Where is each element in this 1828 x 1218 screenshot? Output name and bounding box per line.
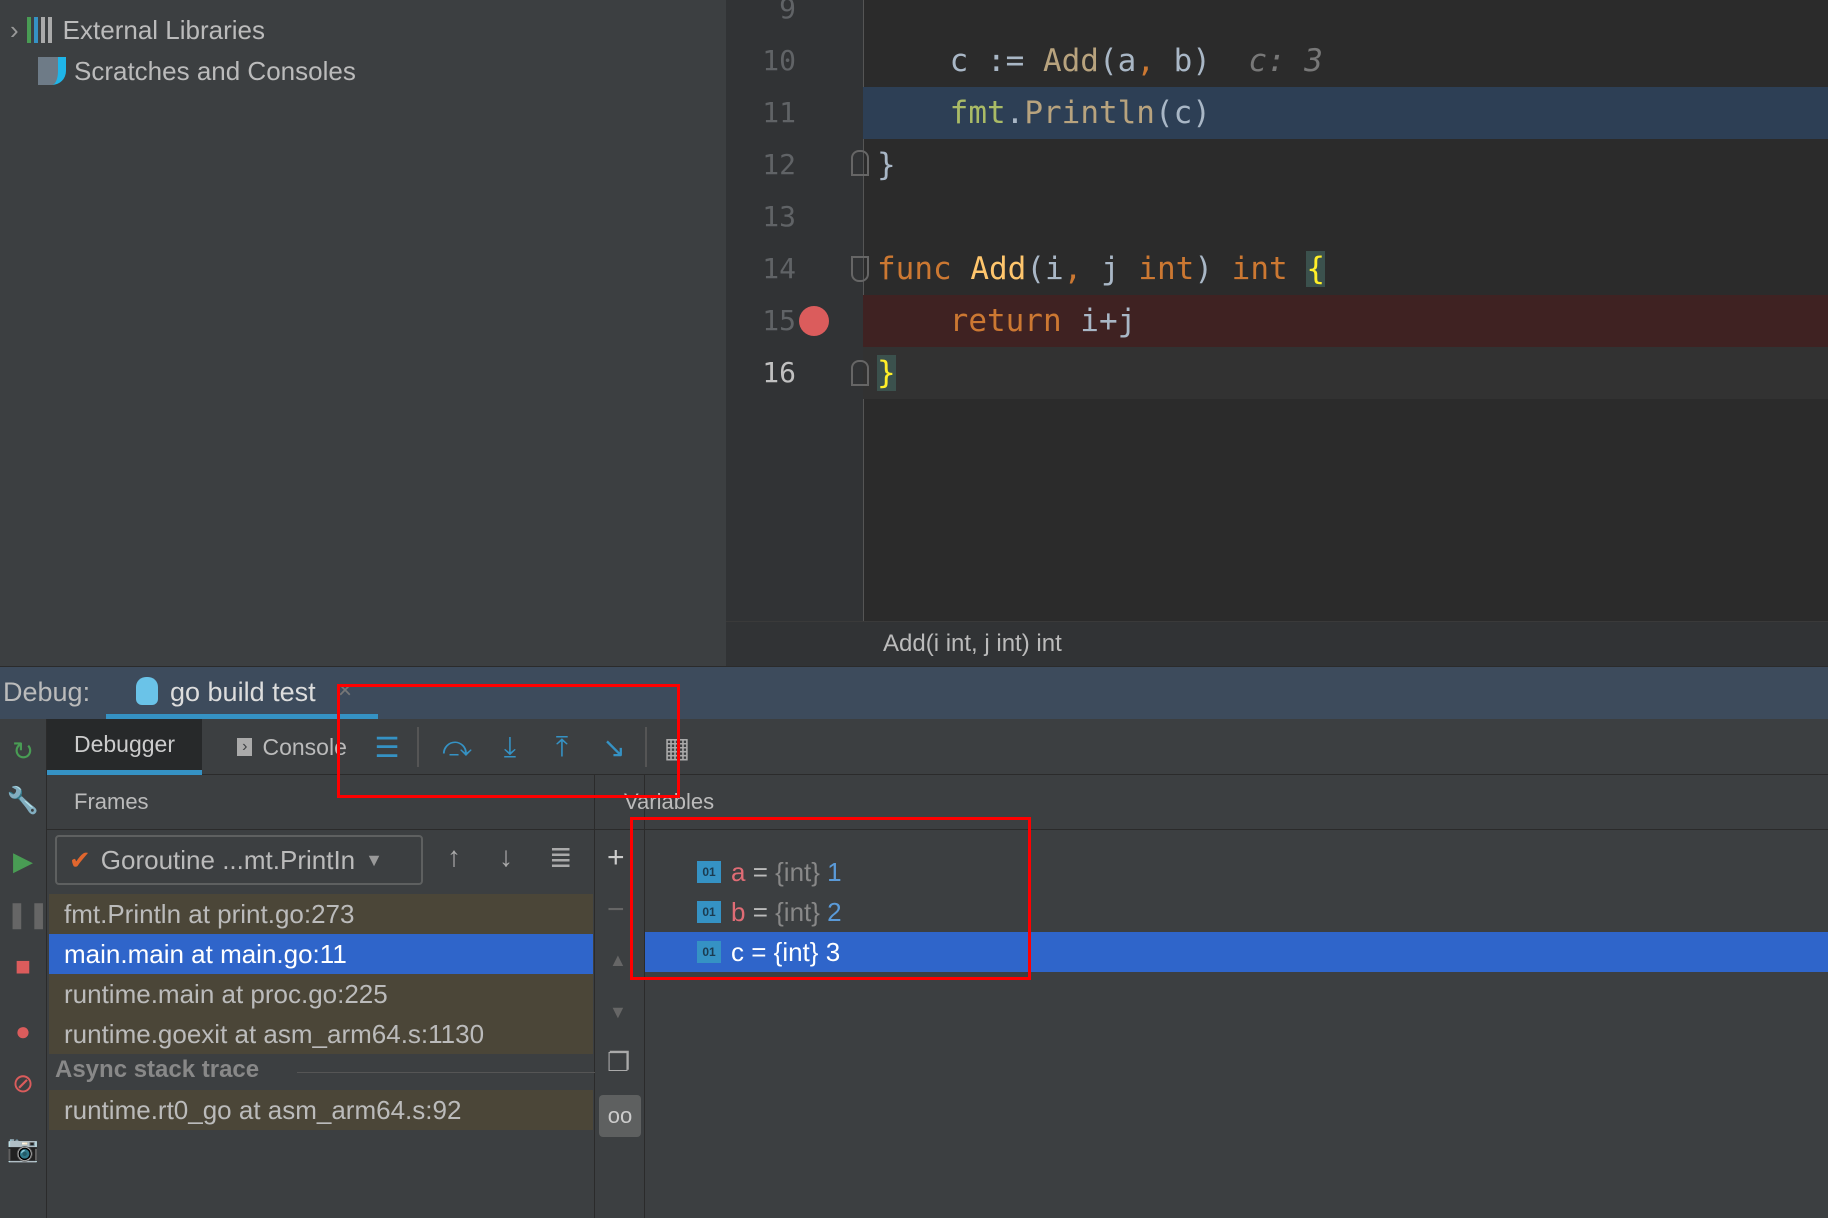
debug-side-toolbar: ↻ 🔧 ▶ ❚❚ ■ ● ⊘ 📷 — [0, 719, 50, 1218]
fold-icon[interactable] — [851, 360, 869, 386]
line-number: 14 — [762, 252, 796, 285]
line-number: 11 — [762, 96, 796, 129]
divider — [417, 727, 419, 767]
arrow-up-icon[interactable]: ↑ — [447, 841, 461, 873]
variable-row[interactable]: 01 b = {int} 2 — [645, 892, 1828, 932]
move-down-icon[interactable]: ▼ — [609, 1002, 627, 1023]
line-number: 12 — [762, 148, 796, 181]
frame-item[interactable]: runtime.rt0_go at asm_arm64.s:92 — [49, 1090, 593, 1130]
frames-header: Frames — [74, 789, 149, 814]
step-over-icon[interactable]: ⤼ — [437, 719, 477, 775]
inline-value-hint: c: 3 — [1248, 43, 1323, 79]
variable-row[interactable]: 01 a = {int} 1 — [645, 852, 1828, 892]
code-line-current: fmt.Println(c) — [863, 87, 1828, 139]
camera-icon[interactable]: 📷 — [6, 1131, 40, 1165]
move-up-icon[interactable]: ▲ — [609, 950, 627, 971]
filter-frames-icon[interactable]: ≣ — [549, 841, 572, 874]
line-number: 9 — [779, 0, 796, 25]
close-icon[interactable]: × — [338, 677, 352, 705]
show-execution-point-icon[interactable]: ☰ — [367, 719, 407, 775]
project-panel: › External Libraries Scratches and Conso… — [0, 0, 726, 666]
int-variable-icon: 01 — [697, 941, 721, 963]
goroutine-dropdown[interactable]: ✔ Goroutine ...mt.PrintIn ▼ — [55, 835, 423, 885]
library-icon — [26, 17, 55, 43]
debug-header: Debug: go build test × — [0, 666, 1828, 719]
frame-item[interactable]: runtime.goexit at asm_arm64.s:1130 — [49, 1014, 593, 1054]
rerun-icon[interactable]: ↻ — [6, 734, 40, 768]
evaluate-expression-icon[interactable]: ▦ — [657, 719, 697, 775]
int-variable-icon: 01 — [697, 861, 721, 883]
breadcrumb-item[interactable]: Add(i int, j int) int — [883, 630, 1062, 658]
chevron-right-icon[interactable]: › — [10, 15, 19, 46]
frame-item-selected[interactable]: main.main at main.go:11 — [49, 934, 593, 974]
gopher-icon — [136, 677, 158, 705]
line-number: 13 — [762, 200, 796, 233]
resume-icon[interactable]: ▶ — [6, 844, 40, 878]
console-icon: › — [237, 738, 253, 756]
frames-panel: Frames ✔ Goroutine ...mt.PrintIn ▼ ↑ ↓ ≣… — [47, 775, 595, 1218]
debug-label: Debug: — [3, 677, 91, 707]
line-number: 15 — [762, 304, 796, 337]
breadcrumb[interactable]: Add(i int, j int) int — [726, 621, 1828, 666]
variables-toolbar: + − ▲ ▼ ❐ oo — [595, 775, 645, 1218]
run-to-cursor-icon[interactable]: ↘ — [594, 719, 634, 775]
code-line-breakpoint: return i+j — [863, 295, 1828, 347]
fold-icon[interactable] — [851, 150, 869, 176]
async-stack-label: Async stack trace — [55, 1056, 260, 1083]
tab-console[interactable]: › Console — [227, 719, 357, 775]
int-variable-icon: 01 — [697, 901, 721, 923]
remove-watch-icon[interactable]: − — [607, 893, 625, 927]
mute-breakpoints-icon[interactable]: ⊘ — [6, 1066, 40, 1100]
frame-item[interactable]: runtime.main at proc.go:225 — [49, 974, 593, 1014]
copy-icon[interactable]: ❐ — [607, 1047, 630, 1078]
line-number: 16 — [762, 356, 796, 389]
breakpoint-icon[interactable] — [799, 306, 829, 336]
variables-panel: 01 a = {int} 1 01 b = {int} 2 01 c = {in… — [645, 830, 1828, 1218]
tab-go-build-test[interactable]: go build test × — [106, 667, 378, 719]
check-icon: ✔ — [69, 844, 91, 875]
pause-icon[interactable]: ❚❚ — [6, 897, 50, 931]
code-line: c := Add(a, b) c: 3 — [875, 43, 1323, 79]
add-watch-icon[interactable]: + — [607, 841, 625, 875]
code-line: } — [877, 147, 896, 183]
variable-row-selected[interactable]: 01 c = {int} 3 — [645, 932, 1828, 972]
line-number: 10 — [762, 44, 796, 77]
step-out-icon[interactable]: ⤒ — [542, 719, 582, 775]
code-line: } — [863, 347, 1828, 399]
wrench-icon[interactable]: 🔧 — [6, 783, 40, 817]
frame-item[interactable]: fmt.Println at print.go:273 — [49, 894, 593, 934]
debug-toolbar: Debugger › Console ☰ ⤼ ⤓ ⤒ ↘ ▦ — [47, 719, 1828, 775]
variables-header: Variables — [624, 789, 715, 814]
scratches-icon — [38, 57, 66, 85]
fold-icon[interactable] — [851, 256, 869, 282]
tree-item-scratches[interactable]: Scratches and Consoles — [38, 51, 356, 91]
view-breakpoints-icon[interactable]: ● — [6, 1014, 40, 1048]
code-line: func Add(i, j int) int { — [877, 251, 1325, 287]
step-into-icon[interactable]: ⤓ — [490, 719, 530, 775]
tree-item-external-libraries[interactable]: › External Libraries — [10, 10, 265, 50]
watches-glasses-icon[interactable]: oo — [599, 1095, 641, 1137]
arrow-down-icon[interactable]: ↓ — [499, 841, 513, 873]
divider — [645, 727, 647, 767]
stop-icon[interactable]: ■ — [6, 949, 40, 983]
tab-debugger[interactable]: Debugger — [47, 719, 202, 775]
chevron-down-icon: ▼ — [365, 849, 383, 870]
